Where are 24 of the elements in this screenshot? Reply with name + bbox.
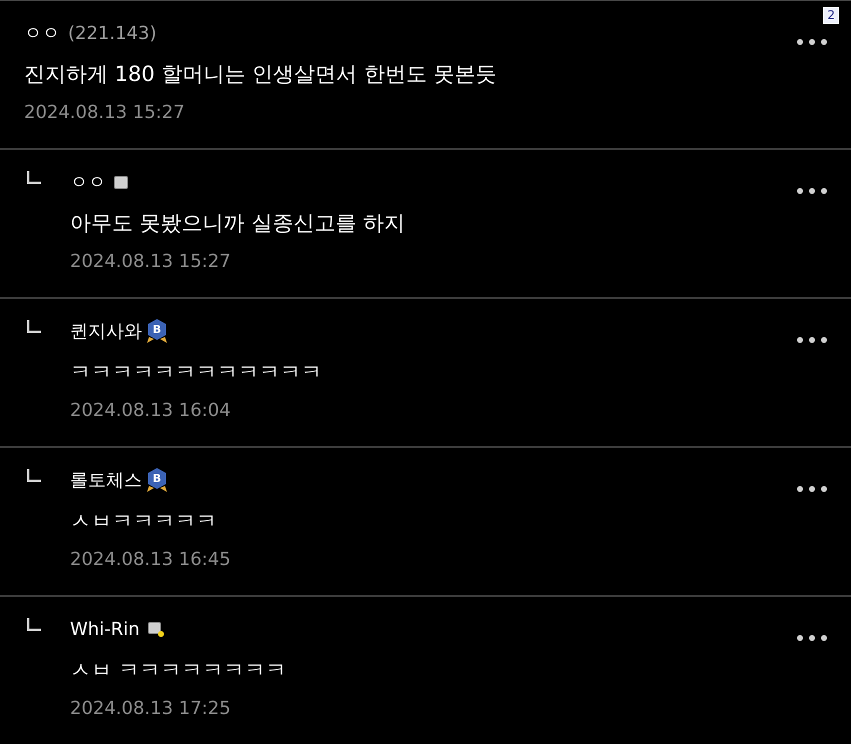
page-badge: 2 bbox=[823, 7, 839, 24]
member-icon bbox=[148, 622, 164, 636]
comment-text: ㅋㅋㅋㅋㅋㅋㅋㅋㅋㅋㅋㅋ bbox=[70, 359, 323, 386]
more-icon[interactable] bbox=[797, 39, 827, 45]
author-name[interactable]: 롤토체스 bbox=[70, 466, 142, 494]
author-name[interactable]: ㅇㅇ bbox=[70, 168, 106, 196]
more-icon[interactable] bbox=[797, 188, 827, 194]
comment-date: 2024.08.13 16:04 bbox=[70, 398, 232, 422]
comment-date: 2024.08.13 16:45 bbox=[70, 548, 232, 572]
comment-text: ㅅㅂ ㅋㅋㅋㅋㅋㅋㅋㅋ bbox=[70, 657, 288, 684]
comment-text: 아무도 못봤으니까 실종신고를 하지 bbox=[70, 210, 406, 237]
comment-date: 2024.08.13 17:25 bbox=[70, 696, 232, 720]
author-name[interactable]: ㅇㅇ bbox=[24, 20, 60, 46]
author-name[interactable]: Whi-Rin bbox=[70, 616, 140, 642]
comment-date: 2024.08.13 15:27 bbox=[24, 100, 186, 124]
comment-text: 진지하게 180 할머니는 인생살면서 한번도 못본듯 bbox=[24, 61, 498, 88]
comment-date: 2024.08.13 15:27 bbox=[70, 250, 232, 274]
more-icon[interactable] bbox=[797, 635, 827, 641]
more-icon[interactable] bbox=[797, 337, 827, 343]
more-icon[interactable] bbox=[797, 486, 827, 492]
author-name[interactable]: 퀸지사와 bbox=[70, 318, 142, 344]
comment-text: ㅅㅂㅋㅋㅋㅋㅋ bbox=[70, 508, 218, 535]
ip-address: (221.143) bbox=[68, 22, 156, 46]
member-icon bbox=[114, 176, 128, 188]
